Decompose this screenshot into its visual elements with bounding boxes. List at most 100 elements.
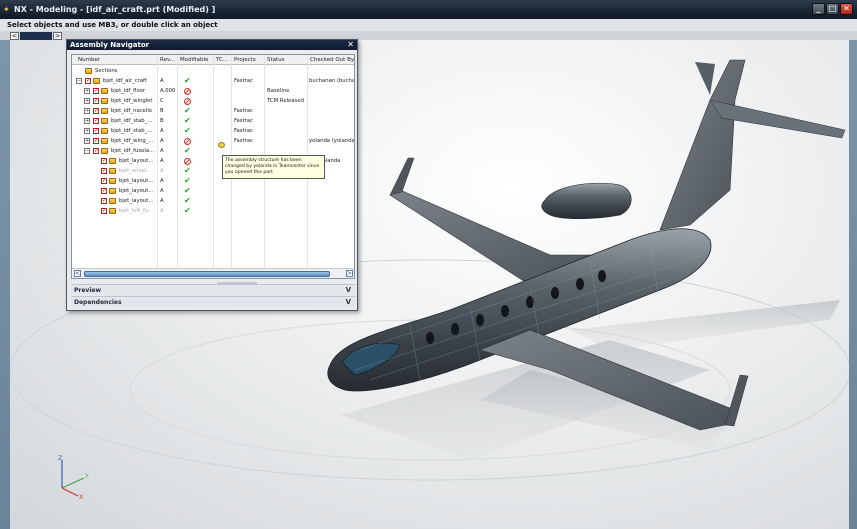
part-icon [109, 198, 116, 204]
tree-row[interactable]: ✓ bjet_layout... A ✔ [72, 196, 354, 206]
tree-row[interactable]: + ✓ bjet_idf_stab_... B ✔ Fastrac [72, 116, 354, 126]
visibility-checkbox[interactable]: ✓ [101, 178, 107, 184]
row-number: bjet_idf_stab_... [111, 118, 153, 124]
coordinate-triad: Z Y X [50, 450, 95, 501]
row-number: bjet_idf_air_craft [103, 78, 147, 84]
visibility-checkbox[interactable]: ✓ [93, 88, 99, 94]
close-icon[interactable]: ✕ [347, 40, 354, 50]
chevron-down-icon[interactable]: V [346, 285, 351, 296]
check-icon: ✔ [184, 146, 191, 155]
check-icon: ✔ [184, 206, 191, 215]
column-header-tc[interactable]: TC... [216, 57, 228, 63]
expand-icon[interactable]: + [84, 88, 90, 94]
tree-row[interactable]: + ✓ bjet_idf_floor A.000 Baseline [72, 86, 354, 96]
minimize-button[interactable]: _ [812, 3, 825, 15]
visibility-checkbox[interactable]: ✓ [101, 208, 107, 214]
tree-row[interactable]: ✓ bjet_layout... A ✔ [72, 186, 354, 196]
x-axis-label: X [79, 494, 83, 500]
tree-row[interactable]: + ✓ bjet_idf_nacelle B ✔ Fastrac [72, 106, 354, 116]
row-revision: A [160, 138, 164, 144]
assembly-icon [101, 98, 108, 104]
visibility-checkbox[interactable]: ✓ [93, 108, 99, 114]
scroll-thumb[interactable] [84, 271, 330, 277]
column-header-revision[interactable]: Rev... [160, 57, 175, 63]
row-revision: A [160, 168, 164, 174]
scroll-left-button[interactable]: < [74, 270, 81, 277]
toolbar-scroll-thumb[interactable] [20, 32, 52, 40]
tree-row[interactable]: + ✓ bjet_idf_wing_... A Fastrac yolanda (yola… [72, 136, 354, 146]
row-number: bjet_idf_floor [111, 88, 146, 94]
column-header-modifiable[interactable]: Modifiable [180, 57, 208, 63]
tree-row[interactable]: ✓ bjet_loft_fu... A ✔ [72, 206, 354, 216]
row-number: bjet_layout... [119, 188, 154, 194]
close-button[interactable]: ✕ [840, 3, 853, 15]
assembly-icon [101, 88, 108, 94]
check-icon: ✔ [184, 196, 191, 205]
row-number: bjet_envel... [119, 168, 152, 174]
collapse-icon[interactable]: − [76, 78, 82, 84]
tree-row[interactable]: Sections [72, 66, 354, 76]
toolbar-scroll-right-button[interactable]: > [53, 32, 62, 40]
assembly-navigator-panel: Assembly Navigator ✕ Number Rev... Modif… [66, 39, 358, 311]
row-number: bjet_idf_stab_... [111, 128, 153, 134]
toolbar-scroll-left-button[interactable]: < [10, 32, 19, 40]
column-header-checked-out-by[interactable]: Checked Out By [310, 57, 354, 63]
assembly-icon [101, 108, 108, 114]
row-number: bjet_idf_fusela... [111, 148, 155, 154]
tree-row[interactable]: + ✓ bjet_idf_winglet C TCM Released [72, 96, 354, 106]
no-entry-icon [184, 88, 191, 95]
visibility-checkbox[interactable]: ✓ [93, 128, 99, 134]
warning-icon[interactable] [218, 142, 225, 148]
expand-icon[interactable]: + [84, 118, 90, 124]
navigator-tree[interactable]: Number Rev... Modifiable TC... Projects … [71, 54, 355, 279]
column-header-number[interactable]: Number [78, 57, 100, 63]
check-icon: ✔ [184, 166, 191, 175]
part-icon [109, 158, 116, 164]
assembly-icon [101, 118, 108, 124]
expand-icon[interactable]: + [84, 138, 90, 144]
assembly-icon [93, 78, 100, 84]
navigator-title-bar: Assembly Navigator ✕ [67, 40, 357, 50]
z-axis-label: Z [58, 455, 62, 462]
nx-window: ✦ NX - Modeling - [idf_air_craft.prt (Mo… [0, 0, 857, 529]
row-revision: A [160, 158, 164, 164]
expand-icon[interactable]: + [84, 98, 90, 104]
tree-row[interactable]: + ✓ bjet_idf_stab_... A ✔ Fastrac [72, 126, 354, 136]
visibility-checkbox[interactable]: ✓ [101, 188, 107, 194]
tree-row[interactable]: − ✓ bjet_idf_air_craft A ✔ Fastrac buchanan (b… [72, 76, 354, 86]
title-bar: ✦ NX - Modeling - [idf_air_craft.prt (Mo… [0, 0, 857, 19]
assembly-icon [101, 148, 108, 154]
visibility-checkbox[interactable]: ✓ [93, 118, 99, 124]
row-number: bjet_idf_nacelle [111, 108, 153, 114]
row-revision: B [160, 118, 164, 124]
preview-section-header[interactable]: Preview V [71, 284, 355, 295]
no-entry-icon [184, 98, 191, 105]
row-revision: A [160, 198, 164, 204]
expand-icon[interactable]: + [84, 128, 90, 134]
maximize-button[interactable]: □ [826, 3, 839, 15]
visibility-checkbox[interactable]: ✓ [101, 168, 107, 174]
collapse-icon[interactable]: − [84, 148, 90, 154]
part-icon [109, 208, 116, 214]
expand-icon[interactable]: + [84, 108, 90, 114]
column-header-status[interactable]: Status [267, 57, 285, 63]
scroll-right-button[interactable]: > [346, 270, 353, 277]
row-projects: Fastrac [234, 108, 253, 114]
visibility-checkbox[interactable]: ✓ [101, 198, 107, 204]
assembly-icon [101, 138, 108, 144]
column-header-projects[interactable]: Projects [234, 57, 256, 63]
chevron-down-icon[interactable]: V [346, 297, 351, 308]
visibility-checkbox[interactable]: ✓ [93, 138, 99, 144]
row-revision: A [160, 188, 164, 194]
row-number: bjet_layout... [119, 198, 154, 204]
visibility-checkbox[interactable]: ✓ [101, 158, 107, 164]
row-number: bjet_idf_wing_... [111, 138, 154, 144]
horizontal-scrollbar[interactable]: < > [72, 268, 354, 278]
visibility-checkbox[interactable]: ✓ [93, 148, 99, 154]
visibility-checkbox[interactable]: ✓ [85, 78, 91, 84]
dependencies-section-header[interactable]: Dependencies V [71, 296, 355, 307]
y-axis-label: Y [84, 473, 89, 480]
visibility-checkbox[interactable]: ✓ [93, 98, 99, 104]
structure-change-tooltip: The assembly structure has been changed … [222, 155, 325, 179]
row-projects: Fastrac [234, 138, 253, 144]
